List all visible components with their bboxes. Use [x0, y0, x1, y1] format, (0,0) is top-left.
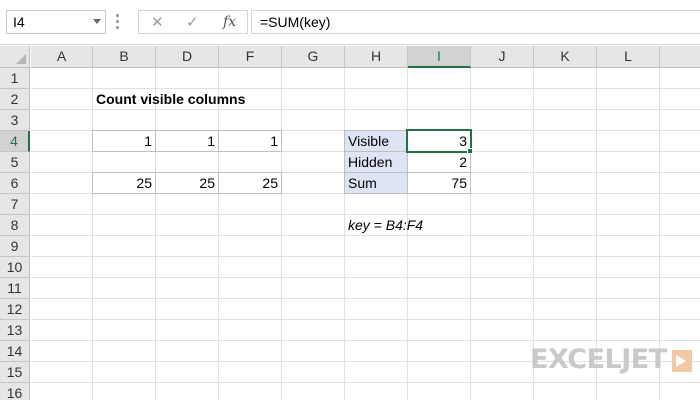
row-header-10[interactable]: 10 [0, 257, 30, 278]
summary-value-hidden[interactable]: 2 [407, 151, 471, 173]
row-header-14[interactable]: 14 [0, 341, 30, 362]
cell-f4[interactable]: 1 [218, 130, 282, 152]
formula-input[interactable]: =SUM(key) [251, 10, 700, 34]
row-header-15[interactable]: 15 [0, 362, 30, 383]
fill-handle[interactable] [467, 148, 473, 154]
name-box[interactable]: I4 [6, 10, 106, 34]
row-header-2[interactable]: 2 [0, 89, 30, 110]
row-header-4[interactable]: 4 [0, 131, 30, 152]
cell-b6[interactable]: 25 [92, 172, 156, 194]
row-header-7[interactable]: 7 [0, 194, 30, 215]
enter-icon[interactable]: ✓ [186, 13, 199, 31]
logo-arrow-icon [672, 350, 692, 372]
active-cell-selection[interactable] [406, 129, 472, 153]
name-box-value: I4 [13, 14, 25, 30]
summary-label-sum[interactable]: Sum [344, 172, 408, 194]
summary-value-sum[interactable]: 75 [407, 172, 471, 194]
select-all-button[interactable] [0, 46, 30, 68]
drag-handle-icon[interactable] [116, 14, 120, 30]
select-all-icon [16, 54, 26, 64]
formula-buttons: ✕ ✓ fx [138, 10, 248, 34]
row-header-6[interactable]: 6 [0, 173, 30, 194]
cancel-icon[interactable]: ✕ [151, 13, 164, 31]
insert-function-icon[interactable]: fx [223, 14, 236, 30]
formula-bar: I4 ✕ ✓ fx =SUM(key) [0, 0, 700, 45]
column-header-k[interactable]: K [534, 46, 597, 68]
row-header-9[interactable]: 9 [0, 236, 30, 257]
row-header-12[interactable]: 12 [0, 299, 30, 320]
column-header-d[interactable]: D [156, 46, 219, 68]
column-header-i[interactable]: I [408, 46, 471, 68]
row-header-13[interactable]: 13 [0, 320, 30, 341]
row-header-3[interactable]: 3 [0, 110, 30, 131]
column-header-g[interactable]: G [282, 46, 345, 68]
cell-d4[interactable]: 1 [155, 130, 219, 152]
named-range-note[interactable]: key = B4:F4 [345, 215, 426, 235]
cell-b4[interactable]: 1 [92, 130, 156, 152]
column-header-next[interactable] [660, 46, 700, 68]
column-header-b[interactable]: B [93, 46, 156, 68]
column-header-l[interactable]: L [597, 46, 660, 68]
row-header-5[interactable]: 5 [0, 152, 30, 173]
cell-f6[interactable]: 25 [218, 172, 282, 194]
column-header-a[interactable]: A [31, 46, 93, 68]
summary-label-visible[interactable]: Visible [344, 130, 408, 152]
row-header-1[interactable]: 1 [0, 68, 30, 89]
row-header-16[interactable]: 16 [0, 383, 30, 400]
cell-d6[interactable]: 25 [155, 172, 219, 194]
logo-text: EXCELJET [530, 344, 667, 375]
row-header-8[interactable]: 8 [0, 215, 30, 236]
column-header-f[interactable]: F [219, 46, 282, 68]
sheet-title[interactable]: Count visible columns [93, 89, 248, 109]
formula-text: =SUM(key) [260, 14, 331, 30]
summary-label-hidden[interactable]: Hidden [344, 151, 408, 173]
column-header-j[interactable]: J [471, 46, 534, 68]
column-header-h[interactable]: H [345, 46, 408, 68]
row-header-11[interactable]: 11 [0, 278, 30, 299]
chevron-down-icon[interactable] [93, 19, 101, 24]
